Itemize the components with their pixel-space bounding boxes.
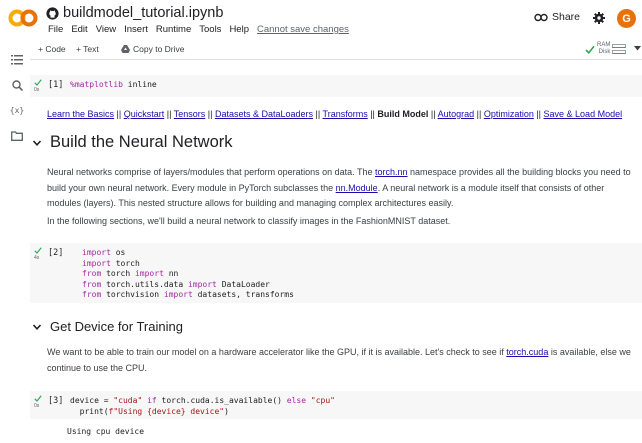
cell-prompt: [2] [48,248,64,258]
torch-nn-link[interactable]: torch.nn [375,167,408,177]
run-check-icon [34,247,42,254]
connected-check-icon [585,45,595,54]
nav-sep: || [533,109,544,119]
ram-label: RAM [597,42,611,48]
paragraph-fashionmnist: In the following sections, we'll build a… [47,216,451,226]
cell-prompt: [3] [48,396,64,406]
save-warning-link[interactable]: Cannot save changes [257,24,349,35]
exec-time: 0s [34,403,40,409]
menu-file[interactable]: File [48,24,63,35]
run-check-icon [34,79,42,86]
menu-help[interactable]: Help [229,24,249,35]
copy-to-drive-button[interactable]: Copy to Drive [121,44,185,54]
nav-sep: || [428,109,438,119]
chevron-down-icon[interactable] [32,322,42,332]
add-code-button[interactable]: + Code [38,44,66,54]
code-line[interactable]: %matplotlib inline [70,80,157,91]
menu-tools[interactable]: Tools [199,24,221,35]
text-run: Neural networks comprise of layers/modul… [47,167,375,177]
chevron-down-icon[interactable] [32,138,42,148]
disk-bar [612,50,627,54]
menu-insert[interactable]: Insert [124,24,148,35]
nav-learn-basics[interactable]: Learn the Basics [47,109,114,119]
menu-bar: File Edit View Insert Runtime Tools Help… [48,24,349,35]
copy-to-drive-label: Copy to Drive [133,44,185,54]
folder-icon[interactable] [10,129,24,143]
code-cell-3[interactable]: 0s [3] device = "cuda" if torch.cuda.is_… [30,391,642,419]
share-button[interactable]: Share [534,11,580,23]
section-heading-device[interactable]: Get Device for Training [32,319,183,334]
nav-quickstart[interactable]: Quickstart [124,109,165,119]
ram-disk-indicator[interactable]: RAM Disk [585,42,627,56]
code-cell-1[interactable]: 0s [1] %matplotlib inline [30,75,642,97]
nav-save-load[interactable]: Save & Load Model [544,109,623,119]
caret-down-icon[interactable] [634,46,641,51]
nav-sep: || [474,109,484,119]
text-run: We want to be able to train our model on… [47,347,507,357]
colab-logo-icon[interactable] [8,8,38,28]
exec-time: 0s [34,87,40,93]
run-check-icon [34,395,42,402]
nav-transforms[interactable]: Transforms [323,109,368,119]
ram-bar [612,44,627,48]
drive-icon [121,45,130,53]
section-heading-build[interactable]: Build the Neural Network [32,133,233,152]
nav-sep: || [313,109,323,119]
user-avatar[interactable]: G [617,9,636,28]
code-block[interactable]: device = "cuda" if torch.cuda.is_availab… [70,396,335,417]
title-row: buildmodel_tutorial.ipynb [46,5,223,21]
variables-icon[interactable]: {x} [9,103,25,117]
search-icon[interactable] [10,78,24,92]
toc-icon[interactable] [10,53,24,67]
code-block[interactable]: import os import torch from torch import… [82,248,294,301]
cell-prompt: [1] [48,80,64,90]
toolbar: + Code + Text Copy to Drive RAM Disk [30,40,642,60]
menu-runtime[interactable]: Runtime [156,24,191,35]
paragraph-intro: Neural networks comprise of layers/modul… [47,165,632,212]
nav-optimization[interactable]: Optimization [484,109,534,119]
nav-autograd[interactable]: Autograd [438,109,475,119]
disk-label: Disk [598,49,611,55]
nav-build-model-current: Build Model [377,109,429,119]
github-icon [46,6,59,20]
notebook-title[interactable]: buildmodel_tutorial.ipynb [63,5,223,21]
nav-sep: || [367,109,378,119]
nn-module-link[interactable]: nn.Module [336,183,378,193]
menu-edit[interactable]: Edit [71,24,87,35]
section-title: Build the Neural Network [50,133,233,151]
share-label: Share [552,11,581,23]
cell-output: Using cpu device [67,427,145,436]
nav-datasets[interactable]: Datasets & DataLoaders [215,109,313,119]
tutorial-nav: Learn the Basics || Quickstart || Tensor… [47,109,622,119]
app-header: buildmodel_tutorial.ipynb File Edit View… [0,0,642,40]
add-text-button[interactable]: + Text [76,44,99,54]
section-title: Get Device for Training [50,319,183,334]
nav-sep: || [205,109,215,119]
code-cell-2[interactable]: 4s [2] import os import torch from torch… [30,243,642,303]
paragraph-device: We want to be able to train our model on… [47,345,632,376]
link-icon [534,13,548,21]
torch-cuda-link[interactable]: torch.cuda [506,347,548,357]
exec-time: 4s [34,255,40,261]
nav-sep: || [114,109,124,119]
gear-icon[interactable] [593,12,605,24]
nav-tensors[interactable]: Tensors [174,109,206,119]
nav-sep: || [164,109,174,119]
menu-view[interactable]: View [96,24,116,35]
